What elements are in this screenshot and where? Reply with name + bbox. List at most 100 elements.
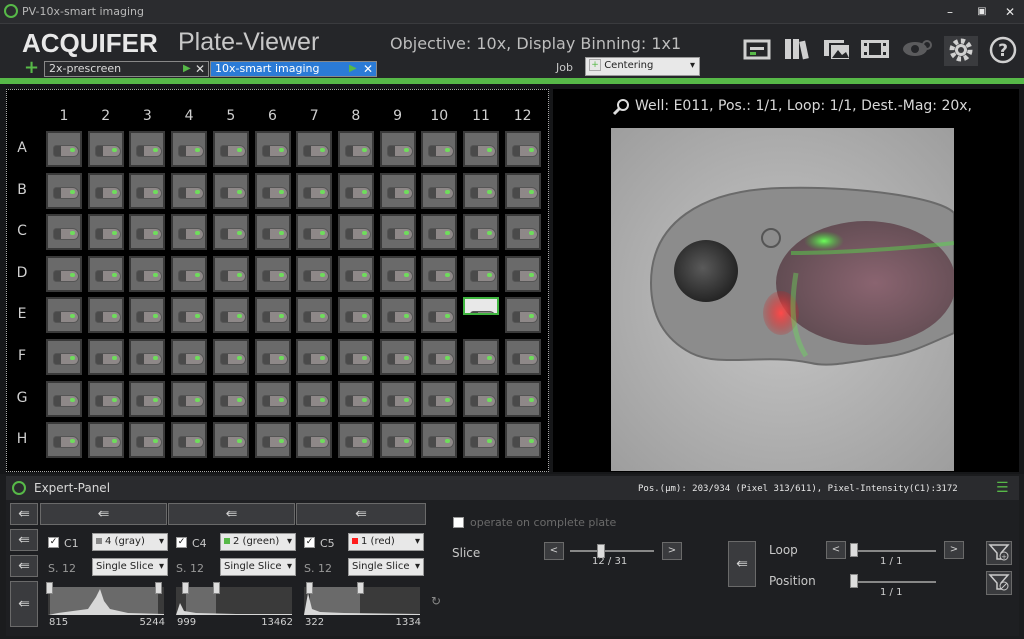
help-icon[interactable]: ? (986, 36, 1020, 66)
well-H4[interactable] (171, 422, 208, 459)
well-C4[interactable] (171, 214, 208, 251)
well-E3[interactable] (129, 297, 166, 334)
well-C1[interactable] (46, 214, 82, 251)
apply-left-button-2[interactable]: ⇚ (10, 529, 38, 551)
well-D11[interactable] (463, 255, 499, 292)
well-B7[interactable] (296, 172, 333, 209)
row-header[interactable]: A (12, 140, 32, 156)
well-A12[interactable] (504, 131, 541, 167)
well-E6[interactable] (254, 297, 291, 334)
well-B11[interactable] (463, 172, 499, 209)
well-D12[interactable] (504, 255, 541, 292)
well-A4[interactable] (171, 131, 208, 167)
well-H5[interactable] (212, 422, 249, 459)
well-E11[interactable] (463, 297, 499, 316)
slice-mode-select[interactable]: Single Slice ▾ (348, 558, 424, 576)
row-header[interactable]: B (12, 182, 32, 198)
well-H2[interactable] (87, 422, 124, 459)
well-F5[interactable] (212, 339, 249, 375)
well-B3[interactable] (129, 172, 166, 209)
tab-prescreen[interactable]: 2x-prescreen ▶ ✕ (44, 61, 209, 77)
row-header[interactable]: D (12, 265, 32, 281)
well-F6[interactable] (254, 339, 291, 375)
apply-left-button-3[interactable]: ⇚ (10, 555, 38, 577)
library-icon[interactable] (780, 36, 814, 66)
well-D10[interactable] (421, 255, 458, 292)
well-E8[interactable] (337, 297, 374, 334)
slice-prev-button[interactable]: < (544, 542, 564, 560)
well-E10[interactable] (421, 297, 458, 334)
histogram-min-handle[interactable] (182, 582, 189, 594)
well-F8[interactable] (337, 339, 374, 375)
well-D1[interactable] (46, 255, 82, 292)
well-F1[interactable] (46, 339, 82, 375)
well-D6[interactable] (254, 255, 291, 292)
well-F2[interactable] (87, 339, 124, 375)
column-header[interactable]: 9 (383, 108, 413, 124)
play-icon[interactable]: ▶ (183, 62, 191, 76)
well-F4[interactable] (171, 339, 208, 375)
well-G3[interactable] (129, 380, 166, 417)
position-slider-track[interactable] (852, 581, 936, 583)
histogram-max-handle[interactable] (155, 582, 162, 594)
row-header[interactable]: F (12, 348, 32, 364)
well-A5[interactable] (212, 131, 249, 167)
film-icon[interactable] (858, 36, 892, 66)
well-A9[interactable] (379, 131, 416, 167)
column-header[interactable]: 10 (424, 108, 454, 124)
well-G4[interactable] (171, 380, 208, 417)
filter-clear-icon[interactable] (986, 571, 1012, 595)
well-B5[interactable] (212, 172, 249, 209)
well-H7[interactable] (296, 422, 333, 459)
loop-prev-button[interactable]: < (826, 541, 846, 559)
well-B12[interactable] (504, 172, 541, 209)
well-F11[interactable] (463, 339, 499, 375)
well-F10[interactable] (421, 339, 458, 375)
lut-select[interactable]: 1 (red) ▾ (348, 533, 424, 551)
column-header[interactable]: 1 (49, 108, 79, 124)
reset-icon[interactable]: ↻ (431, 594, 441, 608)
well-F3[interactable] (129, 339, 166, 375)
well-A8[interactable] (337, 131, 374, 167)
settings-gear-icon[interactable] (944, 36, 978, 66)
row-header[interactable]: E (12, 306, 32, 322)
apply-channel-1-button[interactable]: ⇚ (40, 503, 167, 525)
menu-icon[interactable]: ☰ (996, 480, 1009, 496)
histogram-min-handle[interactable] (46, 582, 53, 594)
apply-left-button-1[interactable]: ⇚ (10, 503, 38, 525)
eye-sync-icon[interactable] (900, 36, 934, 66)
well-A2[interactable] (87, 131, 124, 167)
well-F7[interactable] (296, 339, 333, 375)
well-H3[interactable] (129, 422, 166, 459)
well-E5[interactable] (212, 297, 249, 334)
job-select[interactable]: + Centering ▾ (585, 57, 700, 76)
channel-checkbox[interactable]: ✓ (304, 537, 315, 548)
column-header[interactable]: 6 (258, 108, 288, 124)
row-header[interactable]: H (12, 431, 32, 447)
well-E4[interactable] (171, 297, 208, 334)
well-E2[interactable] (87, 297, 124, 334)
well-D5[interactable] (212, 255, 249, 292)
well-F12[interactable] (504, 339, 541, 375)
column-header[interactable]: 4 (174, 108, 204, 124)
well-D8[interactable] (337, 255, 374, 292)
well-D4[interactable] (171, 255, 208, 292)
well-B1[interactable] (46, 172, 82, 209)
well-A10[interactable] (421, 131, 458, 167)
histogram-max-handle[interactable] (213, 582, 220, 594)
operate-checkbox[interactable] (453, 517, 464, 528)
row-header[interactable]: C (12, 223, 32, 239)
well-E12[interactable] (504, 297, 541, 334)
channel-checkbox[interactable]: ✓ (176, 537, 187, 548)
well-H6[interactable] (254, 422, 291, 459)
apply-loop-position-button[interactable]: ⇚ (728, 541, 756, 587)
row-header[interactable]: G (12, 390, 32, 406)
well-D9[interactable] (379, 255, 416, 292)
well-E7[interactable] (296, 297, 333, 334)
well-G1[interactable] (46, 380, 82, 417)
well-C12[interactable] (504, 214, 541, 251)
well-C6[interactable] (254, 214, 291, 251)
close-tab-icon[interactable]: ✕ (363, 62, 373, 76)
play-icon[interactable]: ▶ (349, 62, 357, 76)
well-G11[interactable] (463, 380, 499, 417)
